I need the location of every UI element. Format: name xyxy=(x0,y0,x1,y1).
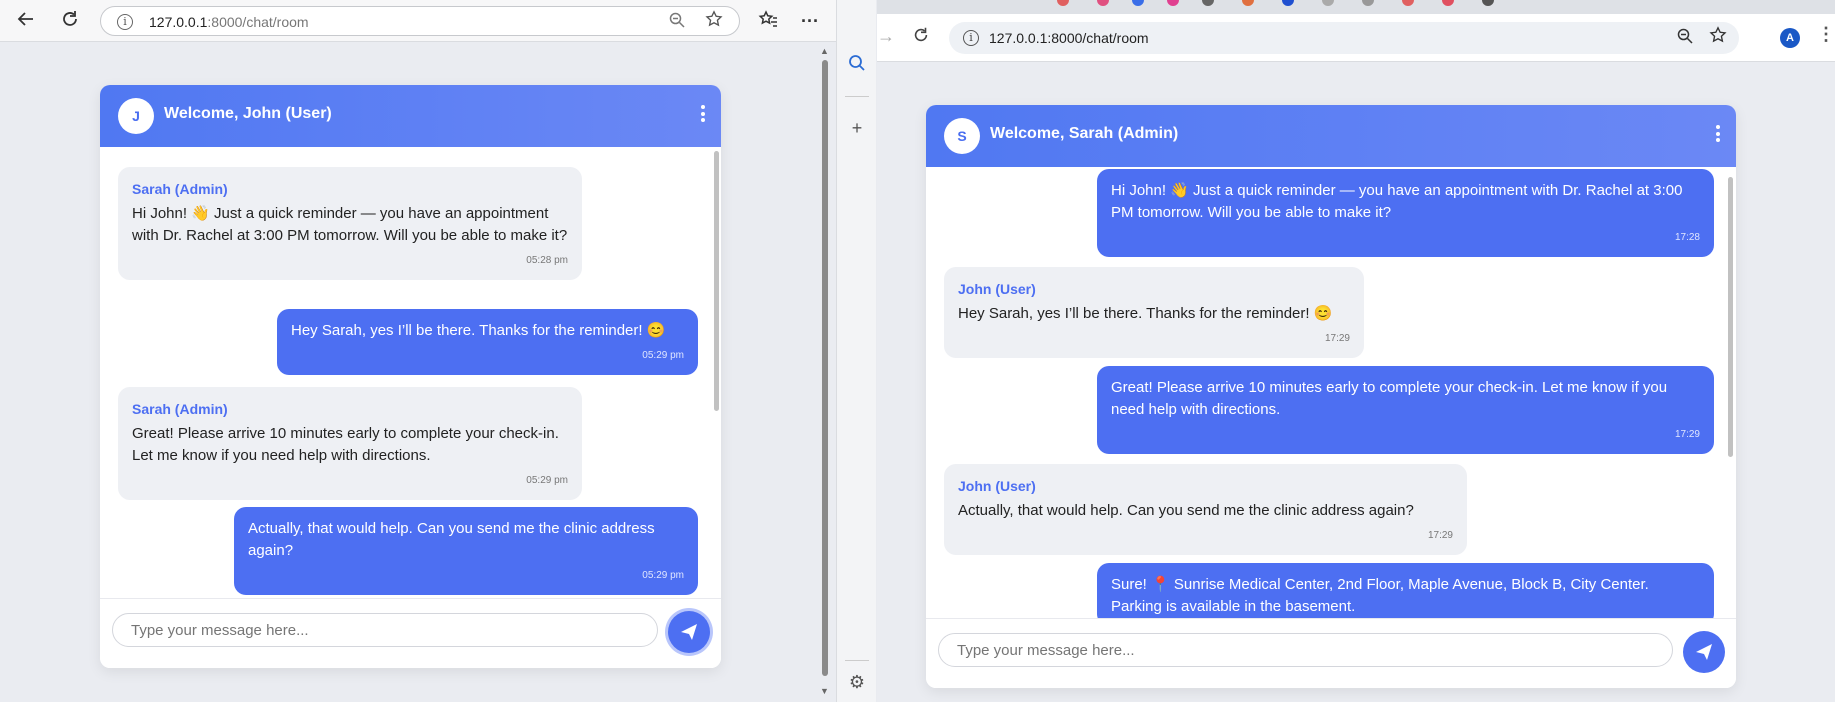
chat-card: S Welcome, Sarah (Admin) Hi John! 👋 Just… xyxy=(926,105,1736,688)
page-scrollbar[interactable]: ▲ ▼ xyxy=(818,46,832,696)
message-text: Great! Please arrive 10 minutes early to… xyxy=(1111,379,1668,418)
message-time: 17:29 xyxy=(1427,530,1453,541)
send-button[interactable] xyxy=(1683,631,1725,673)
message-text: Actually, that would help. Can you send … xyxy=(958,502,1414,519)
refresh-icon[interactable] xyxy=(909,26,933,50)
message-time: 05:29 pm xyxy=(642,570,684,581)
message-bubble: Hey Sarah, yes I’ll be there. Thanks for… xyxy=(277,309,698,375)
message-sender: John (User) xyxy=(958,478,1036,494)
message-text: Sure! 📍 Sunrise Medical Center, 2nd Floo… xyxy=(1111,576,1649,615)
message-bubble: John (User) Hey Sarah, yes I’ll be there… xyxy=(944,267,1364,358)
message-sender: Sarah (Admin) xyxy=(132,181,228,197)
message-time: 05:28 pm xyxy=(526,255,568,266)
message-bubble: Sure! 📍 Sunrise Medical Center, 2nd Floo… xyxy=(1097,563,1714,618)
message-time: 05:29 pm xyxy=(642,350,684,361)
site-info-icon[interactable]: i xyxy=(117,14,133,30)
send-button[interactable] xyxy=(668,611,710,653)
message-time: 17:29 xyxy=(1674,429,1700,440)
forward-icon[interactable]: → xyxy=(877,26,895,47)
chat-title: Welcome, John (User) xyxy=(164,105,332,122)
message-text: Hey Sarah, yes I’ll be there. Thanks for… xyxy=(291,322,666,339)
tab-strip xyxy=(877,0,1835,14)
gear-icon[interactable]: ⚙ xyxy=(847,672,867,692)
message-time: 17:29 xyxy=(1324,333,1350,344)
message-input[interactable] xyxy=(112,613,658,647)
chat-header: S Welcome, Sarah (Admin) xyxy=(926,105,1736,167)
send-icon xyxy=(1696,644,1712,660)
chat-card: J Welcome, John (User) Sarah (Admin) Hi … xyxy=(100,85,721,668)
message-bubble: Sarah (Admin) Hi John! 👋 Just a quick re… xyxy=(118,167,582,280)
more-options-icon[interactable]: ··· xyxy=(798,9,822,33)
address-bar[interactable]: i 127.0.0.1:8000/chat/room xyxy=(949,22,1739,54)
chat-messages[interactable]: Sarah (Admin) Hi John! 👋 Just a quick re… xyxy=(100,147,721,598)
refresh-icon[interactable] xyxy=(58,9,82,33)
message-bubble: John (User) Actually, that would help. C… xyxy=(944,464,1467,555)
chat-scrollbar[interactable] xyxy=(714,151,719,411)
chat-messages[interactable]: Hi John! 👋 Just a quick reminder — you h… xyxy=(926,167,1736,618)
chat-scrollbar[interactable] xyxy=(1728,177,1733,457)
message-text: Hey Sarah, yes I’ll be there. Thanks for… xyxy=(958,305,1333,322)
left-browser-window: i 127.0.0.1:8000/chat/room ··· J Welcome… xyxy=(0,0,876,702)
bookmark-star-icon[interactable] xyxy=(1709,26,1727,49)
favorite-star-icon[interactable] xyxy=(705,10,723,33)
chat-header: J Welcome, John (User) xyxy=(100,85,721,147)
search-icon[interactable] xyxy=(847,54,867,74)
zoom-icon[interactable] xyxy=(669,12,685,33)
message-time: 17:28 xyxy=(1674,232,1700,243)
message-text: Actually, that would help. Can you send … xyxy=(248,520,655,559)
add-icon[interactable]: + xyxy=(847,118,867,138)
send-icon xyxy=(681,624,697,640)
message-bubble: Hi John! 👋 Just a quick reminder — you h… xyxy=(1097,169,1714,257)
right-browser-window: → i 127.0.0.1:8000/chat/room A ⋮ S Welco… xyxy=(877,0,1835,702)
favorites-icon[interactable] xyxy=(756,9,780,33)
message-bubble: Great! Please arrive 10 minutes early to… xyxy=(1097,366,1714,454)
right-browser-toolbar: → i 127.0.0.1:8000/chat/room A ⋮ xyxy=(877,14,1835,62)
url-text: 127.0.0.1:8000/chat/room xyxy=(149,14,309,30)
chat-menu-icon[interactable] xyxy=(699,105,707,125)
site-info-icon[interactable]: i xyxy=(963,30,979,46)
message-text: Great! Please arrive 10 minutes early to… xyxy=(132,425,559,464)
url-text: 127.0.0.1:8000/chat/room xyxy=(989,30,1149,46)
edge-sidebar: + ⚙ xyxy=(836,0,876,702)
message-input[interactable] xyxy=(938,633,1673,667)
left-browser-toolbar: i 127.0.0.1:8000/chat/room ··· xyxy=(0,0,876,42)
avatar: S xyxy=(944,118,980,154)
address-bar[interactable]: i 127.0.0.1:8000/chat/room xyxy=(100,6,740,36)
chat-title: Welcome, Sarah (Admin) xyxy=(990,125,1179,142)
profile-avatar[interactable]: A xyxy=(1780,28,1800,48)
message-bubble: Sarah (Admin) Great! Please arrive 10 mi… xyxy=(118,387,582,500)
message-time: 05:29 pm xyxy=(526,475,568,486)
message-bubble: Actually, that would help. Can you send … xyxy=(234,507,698,595)
message-sender: John (User) xyxy=(958,281,1036,297)
browser-menu-icon[interactable]: ⋮ xyxy=(1817,24,1835,45)
chat-menu-icon[interactable] xyxy=(1714,125,1722,145)
avatar: J xyxy=(118,98,154,134)
message-sender: Sarah (Admin) xyxy=(132,401,228,417)
zoom-icon[interactable] xyxy=(1677,28,1693,49)
back-icon[interactable] xyxy=(14,9,38,33)
chat-composer xyxy=(100,598,721,668)
message-text: Hi John! 👋 Just a quick reminder — you h… xyxy=(1111,182,1683,221)
message-text: Hi John! 👋 Just a quick reminder — you h… xyxy=(132,205,568,244)
chat-composer xyxy=(926,618,1736,688)
